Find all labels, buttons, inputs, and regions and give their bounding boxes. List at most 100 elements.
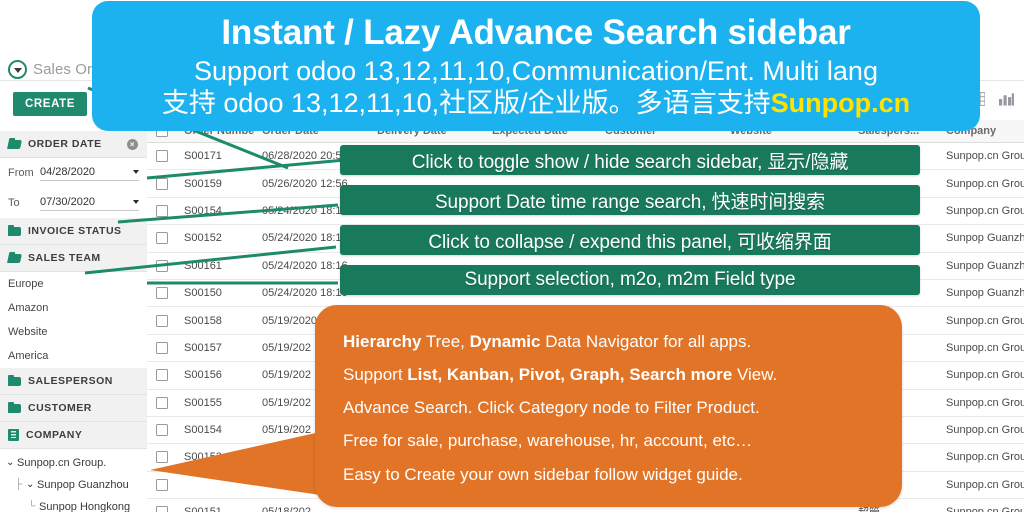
row-checkbox[interactable]: [147, 451, 177, 464]
cell-company: Sunpop.cn Group.: [946, 424, 1024, 437]
date-to-row: To 07/30/2020: [0, 188, 147, 218]
chevron-down-icon[interactable]: [133, 199, 139, 204]
callout-toggle-sidebar: Click to toggle show / hide search sideb…: [340, 145, 920, 175]
sidebar-section-sales-team[interactable]: SALES TEAM: [0, 245, 147, 272]
cell-order-number: S00158: [184, 314, 222, 327]
row-checkbox[interactable]: [147, 341, 177, 354]
cell-company: Sunpop.cn Group.: [946, 314, 1024, 327]
chevron-down-circle-icon[interactable]: [8, 60, 27, 79]
banner-subtitle: Support odoo 13,12,11,10,Communication/E…: [194, 55, 878, 86]
row-checkbox[interactable]: [147, 369, 177, 382]
callout-collapse-panel: Click to collapse / expend this panel, 可…: [340, 225, 920, 255]
cell-order-date: 05/18/202: [255, 506, 370, 512]
sidebar-section-label: COMPANY: [26, 429, 83, 441]
date-to-value: 07/30/2020: [40, 195, 96, 208]
cell-company: Sunpop Guanzhou: [946, 232, 1024, 245]
chevron-down-icon[interactable]: ⌄: [26, 480, 37, 490]
chevron-down-icon[interactable]: ⌄: [6, 458, 17, 468]
feature-line: Advance Search. Click Category node to F…: [343, 391, 878, 424]
row-checkbox[interactable]: [147, 287, 177, 300]
cell-order-number: S00153: [184, 451, 222, 464]
callout-date-range: Support Date time range search, 快速时间搜索: [340, 185, 920, 215]
company-tree: ⌄ Sunpop.cn Group. ├ ⌄ Sunpop Guanzhou └…: [0, 449, 147, 512]
cell-company: Sunpop.cn Group.: [939, 506, 1024, 512]
cell-company: Sunpop.cn Group.: [946, 204, 1024, 217]
sidebar-section-label: ORDER DATE: [28, 138, 102, 150]
row-checkbox[interactable]: [147, 204, 177, 217]
feature-line-text: Free for sale, purchase, warehouse, hr, …: [343, 431, 753, 451]
tree-node-label: Sunpop Hongkong: [39, 501, 131, 512]
folder-open-icon: [7, 139, 22, 149]
row-checkbox[interactable]: [147, 314, 177, 327]
feature-line-emphasis: Dynamic: [469, 332, 541, 351]
cell-order-number: S00150: [184, 287, 222, 300]
feature-line-text: Advance Search. Click Category node to F…: [343, 398, 760, 418]
cell-company: Sunpop.cn Group.: [946, 369, 1024, 382]
cell-order-number: S00155: [184, 396, 222, 409]
cell-company: Sunpop.cn Group.: [946, 451, 1024, 464]
sidebar-item-label: Website: [8, 326, 48, 338]
sidebar-section-invoice-status[interactable]: INVOICE STATUS: [0, 218, 147, 245]
feature-line: Support List, Kanban, Pivot, Graph, Sear…: [343, 358, 878, 391]
app-root: Sales Orders CREATE IMPORT 1-80 / 146 ‹ …: [0, 0, 1024, 512]
chevron-down-icon[interactable]: [133, 169, 139, 174]
callout-feature-list: Hierarchy Tree, Dynamic Data Navigator f…: [315, 305, 902, 507]
feature-line-text: Data Navigator for all apps.: [540, 332, 752, 351]
sidebar-section-customer[interactable]: CUSTOMER: [0, 395, 147, 422]
date-from-label: From: [8, 167, 34, 179]
cell-order-number: S00154: [184, 424, 222, 437]
date-to-label: To: [8, 197, 20, 209]
cell-order-number: S00151: [177, 506, 255, 512]
search-sidebar: ORDER DATE × From 04/28/2020 To 07/30/20…: [0, 131, 148, 512]
row-checkbox[interactable]: [147, 506, 177, 512]
tree-node-label: Sunpop Guanzhou: [37, 479, 129, 491]
promo-banner: Instant / Lazy Advance Search sidebar Su…: [92, 1, 980, 131]
sidebar-item-america[interactable]: America: [0, 344, 147, 368]
row-checkbox[interactable]: [147, 259, 177, 272]
cell-company: Sunpop.cn Group.: [946, 150, 1024, 163]
row-checkbox[interactable]: [147, 177, 177, 190]
clear-filter-icon[interactable]: ×: [127, 138, 138, 150]
cell-company: Sunpop.cn Group.: [946, 177, 1024, 190]
row-checkbox[interactable]: [147, 150, 177, 163]
row-checkbox[interactable]: [147, 396, 177, 409]
row-checkbox[interactable]: [147, 478, 177, 491]
sidebar-section-label: CUSTOMER: [28, 402, 92, 414]
feature-line: Hierarchy Tree, Dynamic Data Navigator f…: [343, 325, 878, 358]
company-icon: [8, 429, 19, 441]
sidebar-item-amazon[interactable]: Amazon: [0, 296, 147, 320]
cell-company: Sunpop Guanzhou: [946, 287, 1024, 300]
tree-branch-icon: └: [28, 501, 36, 512]
cell-order-number: S00157: [184, 341, 222, 354]
callout-field-types: Support selection, m2o, m2m Field type: [340, 265, 920, 295]
cell-company: Sunpop.cn Group.: [946, 396, 1024, 409]
feature-line: Free for sale, purchase, warehouse, hr, …: [343, 424, 878, 457]
row-checkbox[interactable]: [147, 424, 177, 437]
create-button[interactable]: CREATE: [13, 92, 88, 116]
sidebar-section-salesperson[interactable]: SALESPERSON: [0, 368, 147, 395]
cell-order-number: S00161: [184, 259, 222, 272]
tree-node-sunpop-group[interactable]: ⌄ Sunpop.cn Group.: [6, 452, 147, 474]
sidebar-section-company[interactable]: COMPANY: [0, 422, 147, 449]
tree-branch-icon: ├: [15, 479, 23, 490]
cell-company: Sunpop.cn Group.: [946, 478, 1024, 491]
sidebar-section-order-date[interactable]: ORDER DATE ×: [0, 131, 147, 158]
cell-order-number: S00171: [184, 150, 222, 163]
folder-icon: [8, 402, 21, 413]
sidebar-item-label: America: [8, 350, 49, 362]
sidebar-item-website[interactable]: Website: [0, 320, 147, 344]
feature-line-text: Tree,: [421, 332, 470, 351]
date-to-input[interactable]: 07/30/2020: [40, 196, 139, 211]
tree-node-sunpop-hongkong[interactable]: └ Sunpop Hongkong: [6, 496, 147, 512]
cell-order-number: S00154: [184, 204, 222, 217]
sidebar-item-europe[interactable]: Europe: [0, 272, 147, 296]
tree-node-sunpop-guanzhou[interactable]: ├ ⌄ Sunpop Guanzhou: [6, 474, 147, 496]
feature-line-text: Support: [343, 365, 408, 385]
row-checkbox[interactable]: [147, 232, 177, 245]
date-from-value: 04/28/2020: [40, 165, 96, 178]
date-from-input[interactable]: 04/28/2020: [40, 166, 139, 181]
graph-view-icon[interactable]: [999, 92, 1014, 106]
banner-subtitle-cn: 支持 odoo 13,12,11,10,社区版/企业版。多语言支持Sunpop.…: [162, 88, 910, 118]
date-from-row: From 04/28/2020: [0, 158, 147, 188]
banner-title: Instant / Lazy Advance Search sidebar: [221, 12, 851, 52]
